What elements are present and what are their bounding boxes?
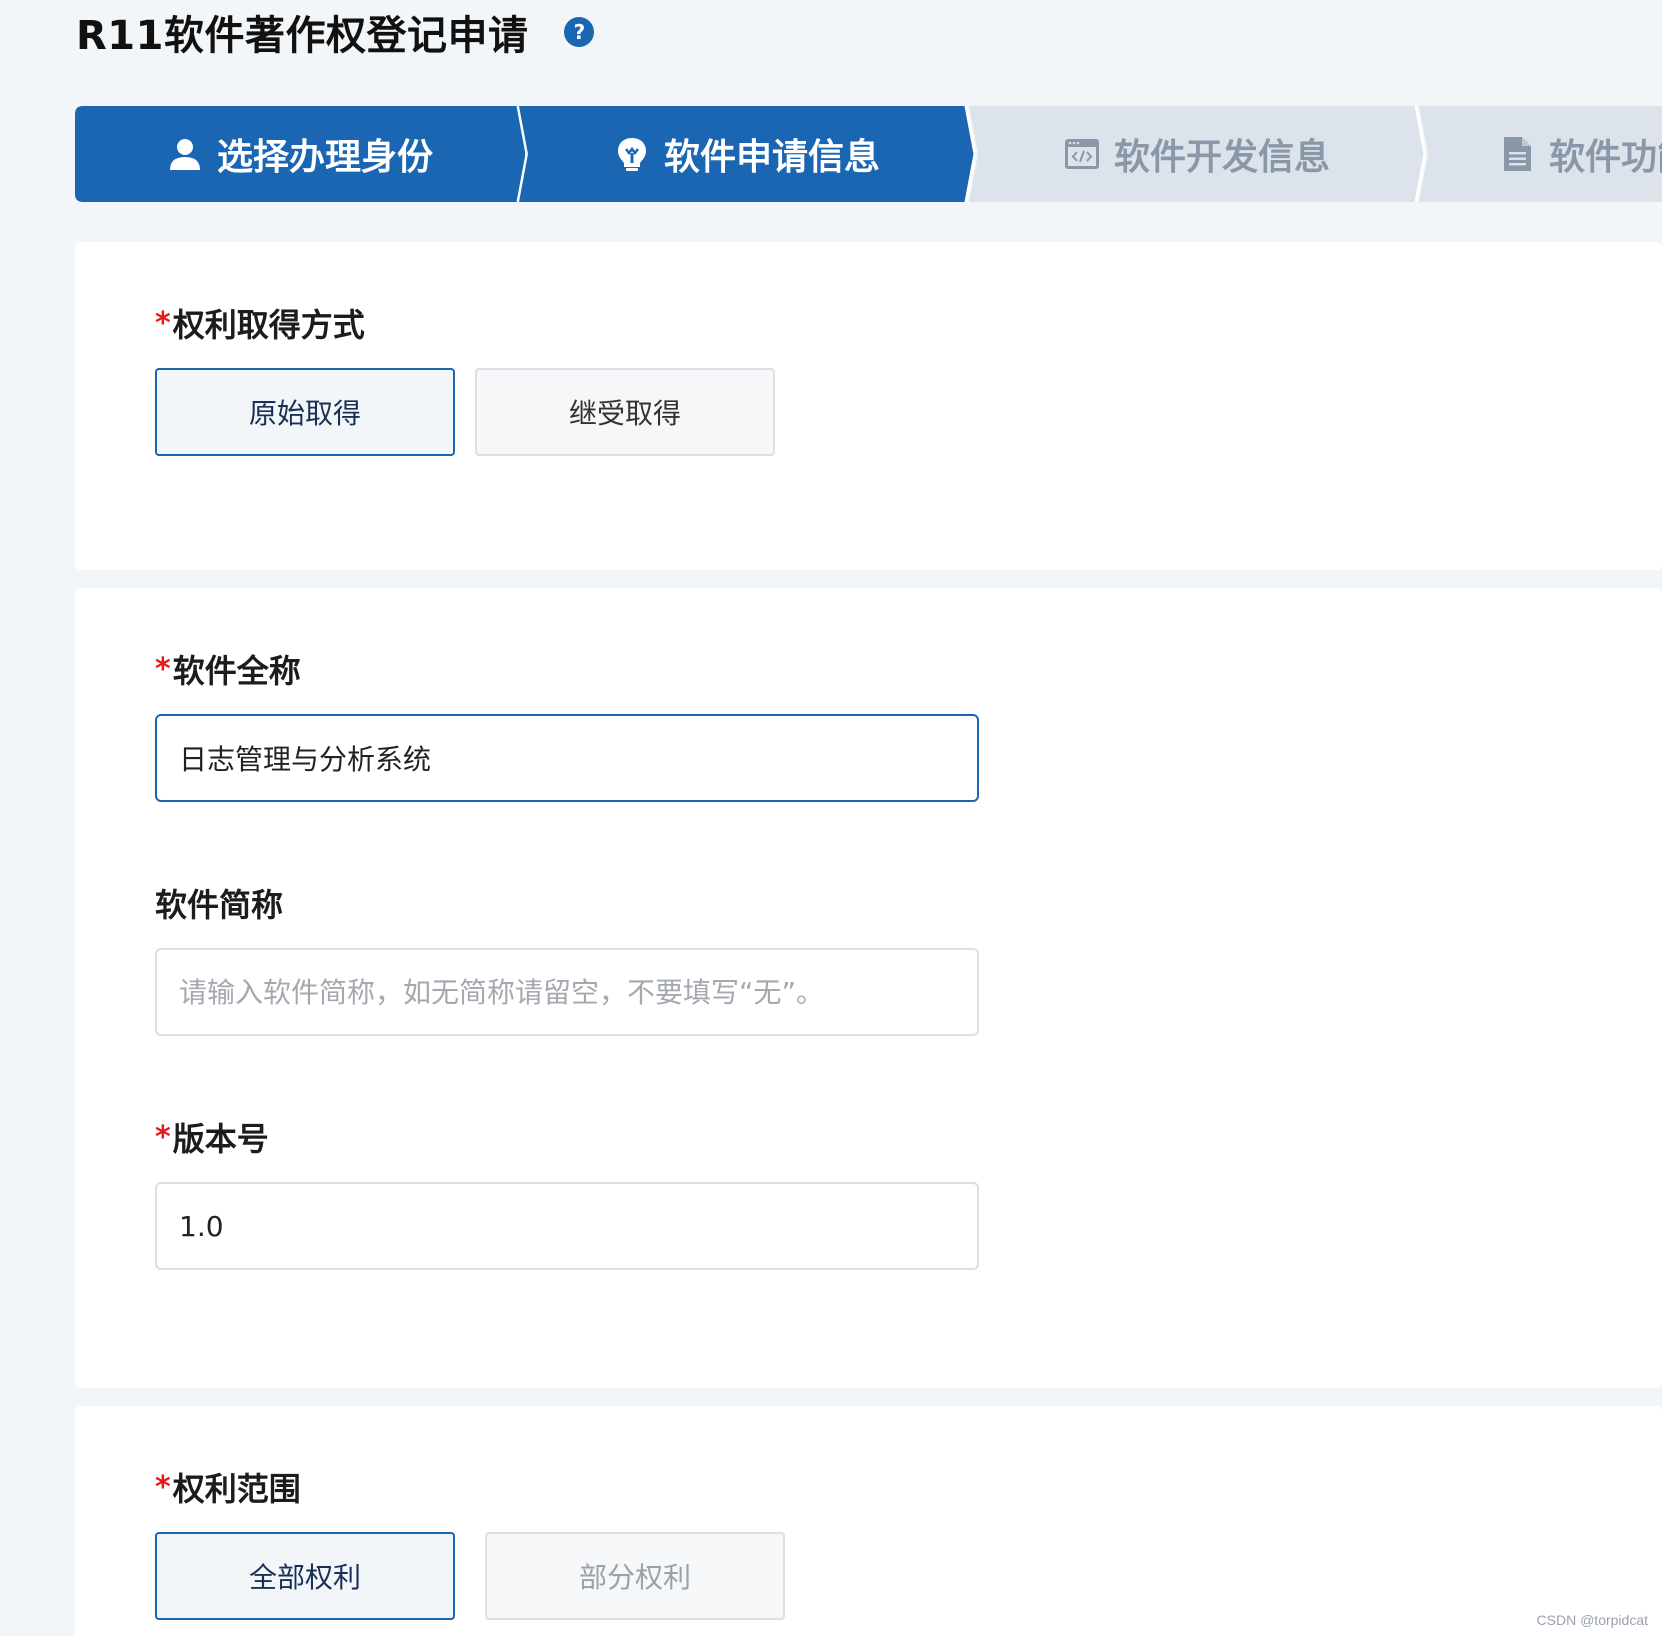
document-icon [1504, 137, 1531, 171]
all-rights-button[interactable]: 全部权利 [155, 1532, 455, 1620]
partial-rights-button[interactable]: 部分权利 [485, 1532, 785, 1620]
step-label: 软件功能 [1549, 137, 1662, 178]
software-info-card: * 软件全称 软件简称 * 版本号 [75, 588, 1662, 1388]
step-software-application-info[interactable]: 软件申请信息 [519, 106, 975, 202]
required-mark: * [155, 1119, 171, 1155]
required-mark: * [155, 1469, 171, 1505]
version-input[interactable] [155, 1182, 979, 1270]
title-row: R11软件著作权登记申请 ? [76, 4, 595, 60]
code-window-icon [1064, 139, 1099, 169]
rights-acquisition-card: * 权利取得方式 原始取得 继受取得 [75, 242, 1662, 570]
rights-acquisition-label: * 权利取得方式 [155, 305, 365, 345]
software-short-name-label: 软件简称 [155, 886, 284, 924]
question-circle-icon[interactable]: ? [564, 17, 595, 47]
rights-scope-card: * 权利范围 全部权利 部分权利 [75, 1406, 1662, 1636]
lightbulb-icon [617, 138, 646, 171]
step-select-identity[interactable]: 选择办理身份 [75, 106, 525, 202]
software-full-name-input[interactable] [155, 714, 979, 802]
step-progress-bar: 选择办理身份 软件申请信息 软件开发信息 软件功 [75, 106, 1662, 202]
step-label: 软件开发信息 [1113, 137, 1330, 178]
inherited-acquisition-button[interactable]: 继受取得 [475, 368, 775, 456]
original-acquisition-button[interactable]: 原始取得 [155, 368, 455, 456]
step-label: 软件申请信息 [663, 137, 880, 178]
software-full-name-label: * 软件全称 [155, 651, 301, 691]
required-mark: * [155, 305, 171, 341]
page-title: R11软件著作权登记申请 [76, 13, 529, 59]
step-label: 选择办理身份 [216, 137, 433, 178]
page: R11软件著作权登记申请 ? 选择办理身份 软件申请信息 软件开发信息 软件功 … [0, 0, 1662, 1636]
version-label: * 版本号 [155, 1119, 269, 1159]
software-short-name-input[interactable] [155, 948, 979, 1036]
step-software-development-info[interactable]: 软件开发信息 [969, 106, 1425, 202]
rights-scope-label: * 权利范围 [155, 1469, 301, 1509]
step-software-functions[interactable]: 软件功能 [1419, 106, 1662, 202]
required-mark: * [155, 651, 171, 687]
watermark: CSDN @torpidcat [1536, 1612, 1648, 1628]
user-icon [169, 139, 200, 170]
